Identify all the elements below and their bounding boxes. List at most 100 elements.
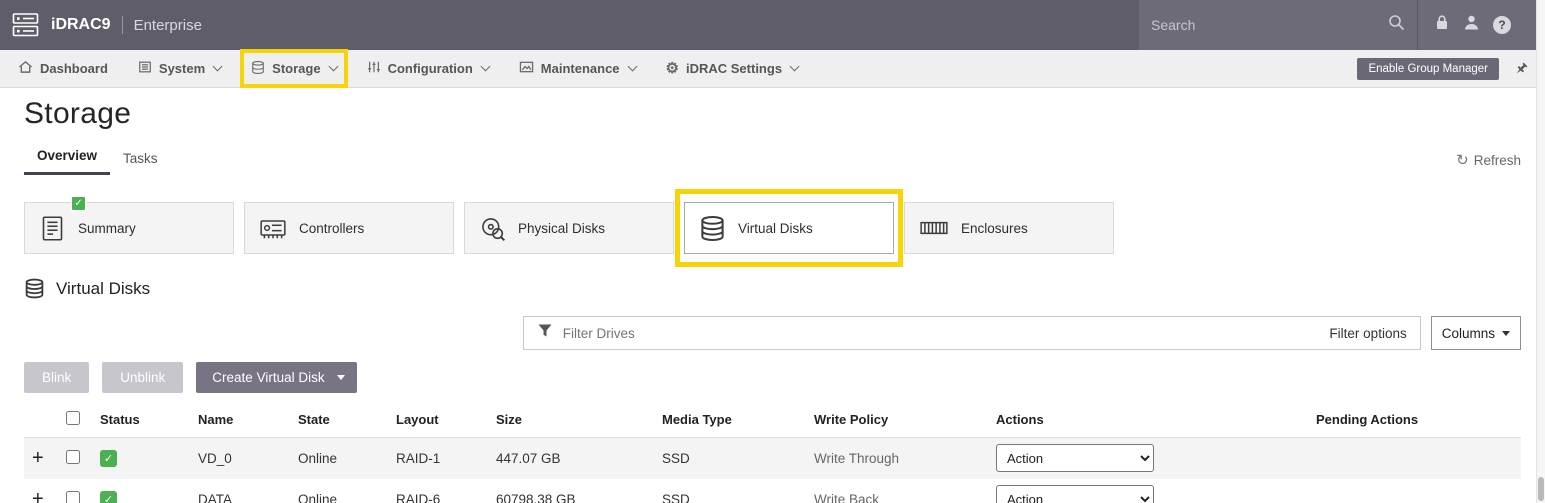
column-header-actions: Actions [988, 402, 1308, 438]
column-header-write-policy: Write Policy [806, 402, 988, 438]
chevron-down-icon [790, 62, 800, 72]
column-header-media-type: Media Type [654, 402, 806, 438]
nav-label: Storage [272, 61, 320, 76]
card-label: Physical Disks [518, 221, 605, 236]
expander-column-header [24, 402, 58, 438]
virtual-disks-icon [24, 278, 45, 299]
expand-row-icon[interactable]: + [32, 448, 44, 468]
card-physical-disks[interactable]: Physical Disks [464, 202, 674, 254]
row-action-select[interactable]: Action [996, 444, 1154, 472]
filter-drives-input[interactable] [563, 326, 1320, 341]
blink-button[interactable]: Blink [24, 362, 89, 393]
nav-label: iDRAC Settings [686, 61, 782, 76]
filter-options-link[interactable]: Filter options [1329, 326, 1406, 341]
card-controllers[interactable]: Controllers [244, 202, 454, 254]
row-checkbox[interactable] [66, 491, 80, 503]
cell-state: Online [290, 479, 388, 503]
tab-overview[interactable]: Overview [24, 141, 110, 175]
brand-edition: Enterprise [134, 17, 202, 34]
virtual-disks-table: Status Name State Layout Size Media Type… [24, 402, 1521, 503]
cell-name: DATA [190, 479, 290, 503]
row-action-select[interactable]: Action [996, 485, 1154, 503]
column-header-layout: Layout [388, 402, 488, 438]
card-label: Summary [78, 221, 136, 236]
card-virtual-disks[interactable]: Virtual Disks [684, 202, 894, 254]
table-row: + DATA Online RAID-6 60798.38 GB SSD Wri… [24, 479, 1521, 503]
nav-item-storage[interactable]: Storage [251, 60, 336, 78]
cell-name: VD_0 [190, 438, 290, 479]
configuration-icon [367, 60, 381, 77]
help-icon[interactable]: ? [1493, 16, 1511, 34]
chevron-down-icon [213, 62, 223, 72]
card-enclosures[interactable]: Enclosures [904, 202, 1114, 254]
nav-item-maintenance[interactable]: Maintenance [519, 60, 636, 77]
column-header-size: Size [488, 402, 654, 438]
vertical-scrollbar[interactable] [1536, 0, 1545, 503]
section-title: Virtual Disks [56, 279, 150, 299]
column-header-status: Status [92, 402, 190, 438]
storage-icon [251, 60, 265, 78]
chevron-down-icon [328, 62, 338, 72]
nav-item-dashboard[interactable]: Dashboard [18, 60, 108, 77]
nav-right: Enable Group Manager [1357, 58, 1529, 80]
green-check-badge [71, 196, 86, 211]
table-row: + VD_0 Online RAID-1 447.07 GB SSD Write… [24, 438, 1521, 479]
card-summary[interactable]: Summary [24, 202, 234, 254]
idrac-logo-icon [12, 12, 42, 38]
caret-down-icon [1502, 331, 1510, 336]
nav-label: Maintenance [541, 61, 620, 76]
refresh-icon: ↻ [1456, 151, 1469, 169]
card-label: Virtual Disks [738, 221, 813, 236]
virtual-disks-section-header: Virtual Disks [24, 278, 1521, 299]
row-checkbox[interactable] [66, 450, 80, 464]
columns-label: Columns [1442, 326, 1495, 341]
expand-row-icon[interactable]: + [32, 489, 44, 503]
nav-label: System [159, 61, 205, 76]
cell-media-type: SSD [654, 479, 806, 503]
cell-size: 447.07 GB [488, 438, 654, 479]
enable-group-manager-button[interactable]: Enable Group Manager [1357, 58, 1499, 80]
caret-down-icon [337, 375, 345, 380]
chevron-down-icon [480, 62, 490, 72]
columns-button[interactable]: Columns [1431, 316, 1521, 350]
funnel-icon [537, 323, 553, 343]
nav-label: Configuration [388, 61, 473, 76]
cell-layout: RAID-1 [388, 438, 488, 479]
table-header-row: Status Name State Layout Size Media Type… [24, 402, 1521, 438]
select-all-column-header [58, 402, 92, 438]
top-header: iDRAC9 Enterprise ? [0, 0, 1545, 50]
pin-icon[interactable] [1513, 61, 1529, 77]
search-input[interactable] [1151, 17, 1380, 33]
refresh-label: Refresh [1474, 153, 1521, 168]
search-icon[interactable] [1388, 14, 1405, 36]
lock-icon[interactable] [1434, 14, 1450, 36]
nav-label: Dashboard [40, 61, 108, 76]
vd-toolbar: Blink Unblink Create Virtual Disk [24, 362, 1521, 393]
scrollbar-thumb[interactable] [1538, 477, 1544, 501]
nav-item-idrac-settings[interactable]: ⚙ iDRAC Settings [666, 61, 799, 76]
card-label: Controllers [299, 221, 364, 236]
home-icon [18, 60, 33, 77]
brand-name: iDRAC9 [51, 16, 111, 34]
gear-icon: ⚙ [666, 61, 679, 76]
header-icons: ? [1417, 0, 1545, 50]
brand: iDRAC9 Enterprise [0, 0, 202, 50]
maintenance-icon [519, 60, 534, 77]
select-all-checkbox[interactable] [66, 411, 80, 425]
tab-tasks[interactable]: Tasks [110, 144, 171, 175]
filter-row: Filter options Columns [24, 316, 1521, 350]
cell-state: Online [290, 438, 388, 479]
unblink-button[interactable]: Unblink [102, 362, 183, 393]
status-ok-icon [100, 491, 117, 503]
header-spacer [202, 0, 1139, 50]
column-header-name: Name [190, 402, 290, 438]
search-box[interactable] [1139, 0, 1417, 50]
create-virtual-disk-button[interactable]: Create Virtual Disk [196, 362, 356, 393]
refresh-button[interactable]: ↻ Refresh [1456, 151, 1521, 175]
card-label: Enclosures [961, 221, 1028, 236]
nav-item-configuration[interactable]: Configuration [367, 60, 489, 77]
chevron-down-icon [627, 62, 637, 72]
user-icon[interactable] [1463, 14, 1480, 36]
system-icon [138, 60, 152, 77]
nav-item-system[interactable]: System [138, 60, 221, 77]
